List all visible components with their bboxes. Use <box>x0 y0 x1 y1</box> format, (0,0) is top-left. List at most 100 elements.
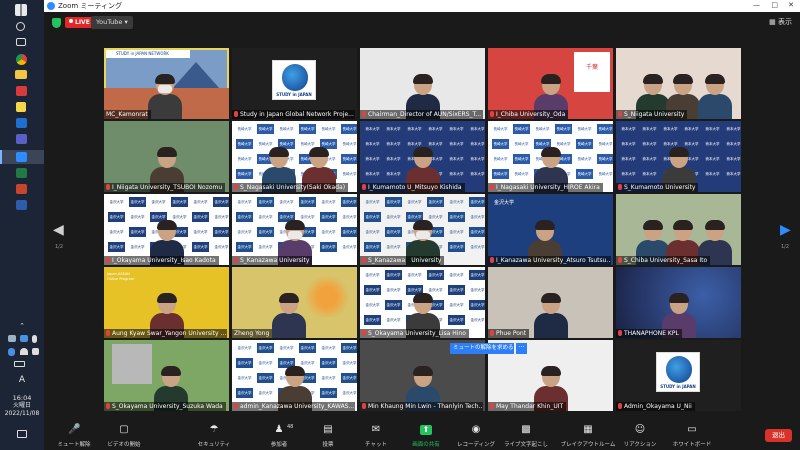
minimize-icon[interactable]: — <box>753 1 760 9</box>
participant-tile[interactable]: 長崎大学 長崎大学 長崎大学 長崎大学 長崎大学 長崎大学 長崎大学 長崎大学 長崎大学 長崎大学… <box>232 121 357 192</box>
livestream-target-dropdown[interactable]: YouTube ▾ <box>91 16 133 29</box>
toolbar-shield-button[interactable]: ☂ セキュリティ <box>184 420 244 450</box>
powerpoint-icon[interactable] <box>16 184 27 194</box>
tray-mic-icon[interactable] <box>32 335 37 343</box>
tray-chevron-icon[interactable]: ⌃ <box>0 322 44 330</box>
participant-tile[interactable]: 金沢大学 金沢大学 金沢大学 金沢大学 金沢大学 金沢大学 金沢大学 金沢大学 金沢大学 金沢大学… <box>232 340 357 411</box>
participant-tile[interactable]: STUDY in JAPAN Study in Japan Global Netw… <box>232 48 357 119</box>
leave-button[interactable]: 退出 <box>765 429 792 442</box>
participant-hair <box>157 220 177 230</box>
sticky-notes-icon[interactable] <box>16 102 26 112</box>
tray-bluetooth-icon[interactable] <box>8 348 15 356</box>
toolbar-cc-button[interactable]: ▩ ライブ文字起こし <box>496 420 556 450</box>
tray-network-icon[interactable] <box>8 335 16 342</box>
participant-tile[interactable]: 金沢大学 金沢大学 金沢大学 金沢大学 金沢大学 金沢大学 金沢大学 金沢大学 金沢大学 金沢大学… <box>232 194 357 265</box>
backdrop-logo-cell: 金沢大学 <box>299 197 316 207</box>
ime-indicator[interactable]: A <box>0 375 44 386</box>
backdrop-logo-cell: 熊本大学 <box>365 157 380 161</box>
participant-tile[interactable]: S_Okayama University_Suzuka Wada <box>104 340 229 411</box>
backdrop-logo-cell: 金沢大学 <box>386 318 401 322</box>
prev-page-arrow-icon[interactable]: ◀ <box>53 222 64 238</box>
teams-icon[interactable] <box>16 134 27 144</box>
participant-body <box>148 94 182 119</box>
backdrop-logo-cell: 金沢大学 <box>236 358 253 368</box>
tray-volume-icon[interactable] <box>32 348 39 355</box>
participant-hair <box>673 220 693 230</box>
toolbar-smile-button[interactable]: ☺ リアクション <box>610 420 670 450</box>
backdrop-logo-cell: 熊本大学 <box>705 142 720 146</box>
participant-tile[interactable]: Zheng Yong <box>232 267 357 338</box>
participant-tile[interactable]: THANAPHONE KPL <box>616 267 741 338</box>
participant-tile[interactable]: 金沢大学 金沢大学 金沢大学 金沢大学 金沢大学 金沢大学 金沢大学 金沢大学 金沢大学 金沢大学… <box>104 194 229 265</box>
participant-tile[interactable]: 千葉 I_Chiba University_Oda <box>488 48 613 119</box>
participant-tile[interactable]: STUDY in JAPAN NETWORK MC_Kamonrat <box>104 48 229 119</box>
backdrop-logo-cell: 金沢大学 <box>427 197 444 207</box>
tray-zoom-icon[interactable] <box>20 335 28 342</box>
backdrop-logo-cell: 金沢大学 <box>279 346 294 350</box>
red-app-icon[interactable] <box>16 86 27 96</box>
toolbar-video-off-button[interactable]: ▢ ビデオの開始 <box>94 420 154 450</box>
live-badge[interactable]: LIVE <box>65 17 94 28</box>
clock-date[interactable]: 2022/11/08 <box>0 410 44 418</box>
close-icon[interactable]: ✕ <box>788 1 794 9</box>
participant-name-label: May Thandar Khin_UIT <box>488 402 567 411</box>
muted-mic-icon <box>618 111 622 117</box>
participant-tile[interactable]: I_Niigata University_TSUBOI Nozomu <box>104 121 229 192</box>
search-icon[interactable] <box>16 22 25 31</box>
backdrop-logo-cell: 金沢大学 <box>341 197 357 207</box>
participant-name: I_Niigata University_TSUBOI Nozomu <box>112 184 223 191</box>
windows-start-icon[interactable] <box>15 4 27 16</box>
participant-name-label: I_Okayama University_Isao Kadota <box>104 256 219 265</box>
backdrop-logo-cell: 金沢大学 <box>171 197 188 207</box>
backdrop-logo-cell: 金沢大学 <box>365 230 380 234</box>
participant-tile[interactable]: 金沢大学 I_Kanazawa University_Atsuro Tsutsu.… <box>488 194 613 265</box>
backdrop-logo-cell: 長崎大学 <box>299 124 316 134</box>
encryption-shield-icon[interactable] <box>52 18 61 28</box>
chrome-icon[interactable] <box>16 54 27 65</box>
toolbar-breakout-button[interactable]: ▦ ブレイクアウトルーム <box>558 420 618 450</box>
muted-mic-icon <box>362 403 366 409</box>
outlook-icon[interactable] <box>16 118 27 128</box>
participant-tile[interactable]: STUDY in JAPAN Admin_Okayama U_Nii <box>616 340 741 411</box>
participant-tile[interactable]: S_Chiba University_Sasa Ito <box>616 194 741 265</box>
participant-tile[interactable]: Chairman_Director of AUN/SixERS_T... <box>360 48 485 119</box>
participant-tile[interactable]: 熊本大学 熊本大学 熊本大学 熊本大学 熊本大学 熊本大学 熊本大学 熊本大学 熊本大学 熊本大学… <box>360 121 485 192</box>
notification-icon[interactable] <box>17 430 27 438</box>
tray-wifi-icon[interactable] <box>20 348 28 355</box>
unmute-request-popup[interactable]: ミュートの解除を求める <box>450 343 514 354</box>
participant-figure <box>272 293 306 338</box>
backdrop-logo-cell: 熊本大学 <box>470 157 485 161</box>
toolbar-whiteboard-button[interactable]: ▭ ホワイトボード <box>662 420 722 450</box>
next-page-arrow-icon[interactable]: ▶ <box>780 222 791 238</box>
backdrop-logo-cell: 熊本大学 <box>621 172 636 176</box>
muted-mic-icon <box>490 257 494 263</box>
backdrop-logo-cell: 金沢大学 <box>279 200 294 204</box>
backdrop-logo-cell: 熊本大学 <box>621 142 636 146</box>
word-icon[interactable] <box>16 200 27 210</box>
participant-name-label: S_Okayama University_Suzuka Wada <box>104 402 226 411</box>
tray-battery-icon[interactable] <box>14 361 25 367</box>
participant-tile[interactable]: 金沢大学 金沢大学 金沢大学 金沢大学 金沢大学 金沢大学 金沢大学 金沢大学 金沢大学 金沢大学… <box>360 267 485 338</box>
clock-day[interactable]: 火曜日 <box>0 402 44 410</box>
backdrop-logo-cell: 熊本大学 <box>386 172 401 176</box>
more-options-icon[interactable]: ··· <box>516 343 527 354</box>
backdrop-logo-cell: 金沢大学 <box>448 212 465 222</box>
backdrop-logo-cell: 金沢大学 <box>386 245 401 249</box>
file-explorer-icon[interactable] <box>15 70 27 79</box>
participant-tile[interactable]: Phue Pont <box>488 267 613 338</box>
backdrop-logo-cell: 熊本大学 <box>705 157 720 161</box>
backdrop-logo-cell: 金沢大学 <box>320 358 337 368</box>
participant-tile[interactable]: 熊本大学 熊本大学 熊本大学 熊本大学 熊本大学 熊本大学 熊本大学 熊本大学 熊本大学 熊本大学… <box>616 121 741 192</box>
participant-name-label: THANAPHONE KPL <box>616 329 682 338</box>
participant-tile[interactable]: 長崎大学 長崎大学 長崎大学 長崎大学 長崎大学 長崎大学 長崎大学 長崎大学 長崎大学 長崎大学… <box>488 121 613 192</box>
backdrop-logo-cell: 熊本大学 <box>726 127 741 131</box>
task-view-icon[interactable] <box>16 38 26 46</box>
participant-tile[interactable]: 金沢大学 金沢大学 金沢大学 金沢大学 金沢大学 金沢大学 金沢大学 金沢大学 金沢大学 金沢大学… <box>360 194 485 265</box>
participant-tile[interactable]: S_Niigata University <box>616 48 741 119</box>
participant-tile[interactable]: Japan-ASEAN Online Program Aung Kyaw Swar… <box>104 267 229 338</box>
maximize-icon[interactable]: □ <box>771 1 778 9</box>
clock-time[interactable]: 16:04 <box>0 394 44 402</box>
excel-icon[interactable] <box>16 168 27 178</box>
view-button[interactable]: ▦ 表示 <box>769 17 792 27</box>
backdrop-logo-cell: 金沢大学 <box>237 376 252 380</box>
